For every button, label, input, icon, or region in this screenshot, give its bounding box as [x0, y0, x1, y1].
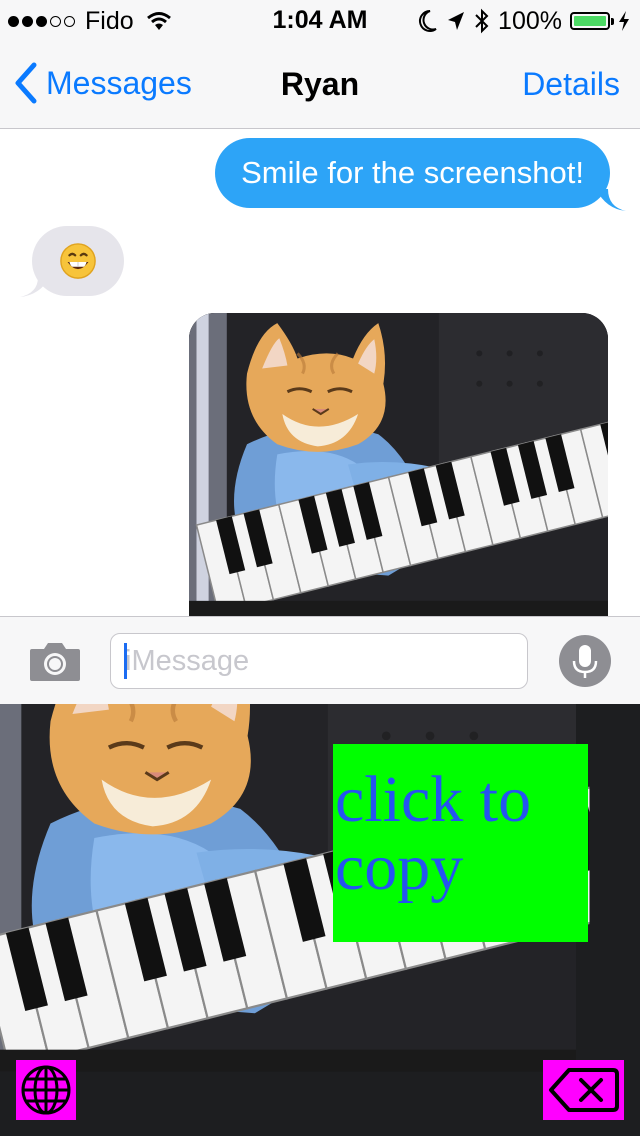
delete-icon — [549, 1068, 619, 1112]
copy-button[interactable]: click to copy — [333, 744, 588, 942]
bluetooth-icon — [475, 8, 489, 34]
cat-keyboard-image — [189, 313, 608, 616]
camera-icon[interactable] — [28, 639, 82, 683]
compose-bar — [0, 616, 640, 705]
delete-button[interactable] — [543, 1060, 624, 1120]
text-caret — [124, 643, 127, 679]
microphone-icon — [572, 645, 598, 678]
globe-button[interactable] — [16, 1060, 76, 1120]
battery-percent: 100% — [498, 6, 562, 35]
charging-icon — [619, 11, 629, 31]
bubble-tail — [596, 189, 626, 211]
outgoing-message-bubble[interactable]: Smile for the screenshot! — [215, 138, 610, 208]
battery-icon — [570, 12, 614, 30]
microphone-button[interactable] — [559, 635, 611, 687]
moon-icon — [419, 10, 437, 32]
details-button[interactable]: Details — [522, 66, 620, 103]
status-right: 100% — [416, 6, 630, 36]
image-message[interactable] — [189, 313, 608, 616]
message-input[interactable] — [110, 633, 528, 689]
battery-level — [574, 16, 606, 26]
location-icon — [448, 12, 465, 30]
globe-icon — [21, 1065, 71, 1115]
bubble-tail — [20, 277, 50, 297]
nav-bar: Messages Ryan Details — [0, 40, 640, 129]
custom-keyboard: click to copy — [0, 704, 640, 1136]
grinning-face-emoji-icon — [60, 243, 96, 279]
message-list[interactable]: Smile for the screenshot! — [0, 129, 640, 616]
status-bar: Fido 1:04 AM 100% — [0, 0, 640, 40]
